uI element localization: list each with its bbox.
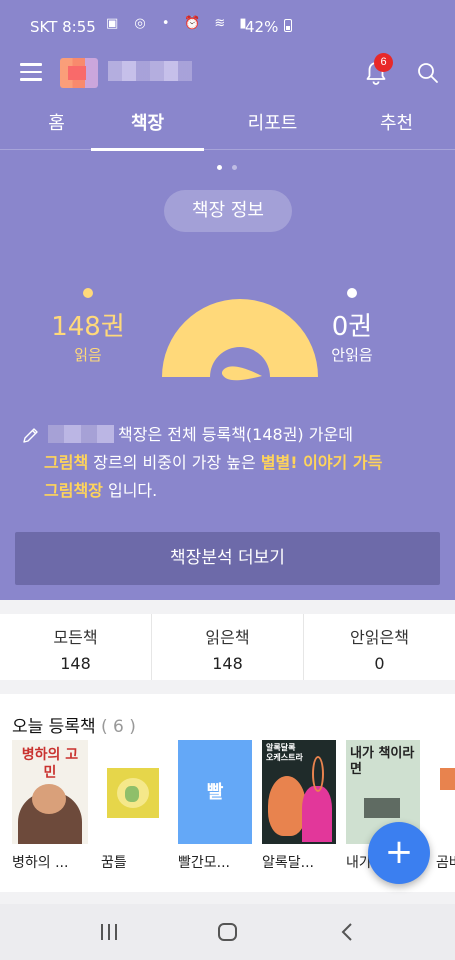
back-icon[interactable] — [340, 922, 354, 942]
section-title: 오늘 등록책 ( 6 ) — [12, 712, 136, 737]
book-title: 곰벼 — [436, 855, 455, 871]
cover-title: 내가 책이라면 — [350, 746, 415, 777]
unread-label: 안읽음 — [331, 346, 373, 364]
book-item[interactable]: 꿈틀 — [101, 740, 179, 871]
count-all-value: 148 — [60, 654, 91, 673]
summary-shelf-name-b: 그림책장 — [44, 481, 103, 500]
user-name-blurred — [108, 61, 192, 81]
book-cover — [436, 740, 455, 844]
menu-icon[interactable] — [20, 63, 42, 81]
cover-title: 병하의 고민 — [21, 747, 79, 781]
page-dot-active — [217, 165, 222, 170]
page-dot — [232, 165, 237, 170]
count-unread[interactable]: 안읽은책 0 — [303, 614, 455, 680]
search-icon[interactable] — [416, 61, 440, 85]
count-read-label: 읽은책 — [205, 628, 250, 647]
summary-genre: 그림책 — [44, 453, 89, 472]
book-item[interactable]: 곰벼 — [436, 740, 455, 871]
tab-report[interactable]: 리포트 — [216, 104, 329, 150]
book-cover — [101, 740, 177, 844]
user-name-blurred — [48, 425, 114, 443]
summary-text-1: 책장은 전체 등록책(148권) 가운데 — [118, 425, 353, 444]
pencil-icon — [23, 428, 38, 443]
count-all-label: 모든책 — [53, 628, 98, 647]
book-item[interactable]: 알록달록 오케스트라 알록달... — [262, 740, 340, 871]
battery-icon — [284, 19, 292, 32]
system-nav-bar — [0, 904, 455, 960]
read-count: 148권 — [51, 312, 125, 342]
count-read-value: 148 — [212, 654, 243, 673]
tab-bookshelf[interactable]: 책장 — [91, 104, 204, 151]
cover-title: 알록달록 오케스트라 — [266, 743, 303, 762]
shelf-info-label: 책장 정보 — [164, 190, 292, 232]
system-icons: ⏰ ≋ ▮ — [184, 16, 252, 31]
book-cover: 알록달록 오케스트라 — [262, 740, 336, 844]
book-title: 병하의 ... — [12, 855, 69, 871]
summary-shelf-name-a: 별별! 이야기 가득 — [260, 453, 383, 472]
count-read[interactable]: 읽은책 148 — [151, 614, 303, 680]
book-cover: 빨 — [178, 740, 252, 844]
status-bar: SKT 8:55 ▣ ◎ • ⏰ ≋ ▮ 42% — [0, 0, 455, 52]
book-title: 알록달... — [262, 855, 314, 871]
cover-letter: 빨 — [206, 782, 224, 803]
gauge-needle — [222, 366, 262, 381]
main-tabs: 홈 책장 리포트 추천 — [0, 104, 455, 151]
book-counts: 모든책 148 읽은책 148 안읽은책 0 — [0, 614, 455, 680]
summary-text-2: 장르의 비중이 가장 높은 — [88, 453, 261, 472]
count-unread-value: 0 — [374, 654, 385, 673]
notification-icons: ▣ ◎ • — [106, 16, 176, 31]
gauge-arc — [162, 298, 318, 377]
avatar[interactable] — [60, 58, 98, 88]
today-count: ( 6 ) — [101, 717, 136, 737]
page-indicator — [212, 165, 242, 171]
read-gauge — [162, 298, 318, 381]
count-unread-label: 안읽은책 — [350, 628, 409, 647]
book-item[interactable]: 빨 빨간모... — [178, 740, 256, 871]
home-icon[interactable] — [218, 923, 237, 941]
shelf-hero: SKT 8:55 ▣ ◎ • ⏰ ≋ ▮ 42% 6 홈 책장 리포트 추천 책… — [0, 0, 455, 600]
unread-count: 0권 — [331, 312, 373, 342]
book-title: 빨간모... — [178, 855, 230, 871]
today-title-text: 오늘 등록책 — [12, 717, 96, 737]
tab-recommend[interactable]: 추천 — [340, 104, 453, 150]
read-legend-dot — [83, 288, 93, 298]
book-cover: 병하의 고민 — [12, 740, 88, 844]
book-item[interactable]: 병하의 고민 병하의 ... — [12, 740, 90, 871]
recent-apps-icon[interactable] — [101, 924, 119, 940]
battery-level: 42% — [245, 18, 279, 36]
add-book-button[interactable]: + — [368, 822, 430, 884]
carrier-time: SKT 8:55 — [30, 18, 96, 36]
app-bar: 6 — [0, 52, 455, 92]
read-label: 읽음 — [74, 346, 102, 364]
summary-text-3: 입니다. — [102, 481, 158, 500]
shelf-analysis-button[interactable]: 책장분석 더보기 — [15, 532, 440, 585]
notification-badge: 6 — [374, 53, 393, 72]
unread-legend-dot — [347, 288, 357, 298]
count-all[interactable]: 모든책 148 — [0, 614, 151, 680]
